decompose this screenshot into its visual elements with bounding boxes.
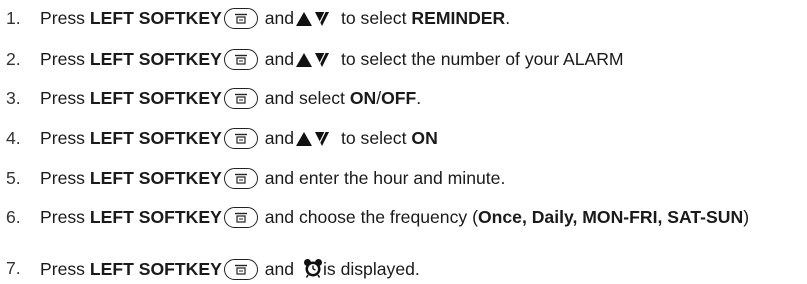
step-text: Press LEFT SOFTKEY and is displayed. [40,258,420,282]
step-text: Press LEFT SOFTKEY and enter the hour an… [40,168,506,189]
up-down-arrows-icon [296,52,330,72]
step-number: 1. [6,8,21,28]
left-softkey-icon [223,168,258,189]
step-text: Press LEFT SOFTKEY and to select ON [40,128,438,151]
step-number: 5. [6,168,21,188]
up-down-arrows-icon [296,11,330,31]
step-number: 6. [6,207,21,227]
step-number: 2. [6,49,21,69]
step-number: 7. [6,258,21,278]
step-text: Press LEFT SOFTKEY and select ON/OFF. [40,88,422,109]
step-number: 3. [6,88,21,108]
up-down-arrows-icon [296,131,330,151]
step-text: Press LEFT SOFTKEY and choose the freque… [40,207,750,228]
step-text: Press LEFT SOFTKEY and to select REMINDE… [40,8,510,31]
left-softkey-icon [223,8,258,29]
step-number: 4. [6,128,21,148]
left-softkey-icon [223,207,258,228]
left-softkey-icon [223,259,258,280]
left-softkey-icon [223,88,258,109]
left-softkey-icon [223,49,258,70]
alarm-clock-icon [303,258,323,282]
step-text: Press LEFT SOFTKEY and to select the num… [40,49,624,72]
left-softkey-icon [223,128,258,149]
